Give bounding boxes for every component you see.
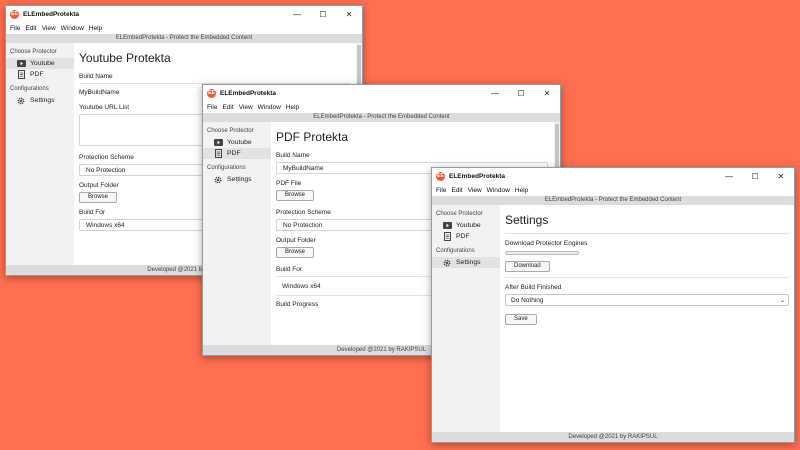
settings-window: EE ELEmbedProtekta — ☐ ✕ File Edit View … [431,167,795,443]
sidebar-item-label: Settings [30,97,55,104]
sidebar: Choose Protector Youtube PDF Configurati… [203,122,271,345]
menu-help[interactable]: Help [515,187,528,194]
page-title: Youtube Protekta [79,51,171,65]
app-logo-icon: EE [436,171,445,181]
configurations-heading: Configurations [436,248,475,254]
download-engines-label: Download Protector Engines [505,240,588,247]
app-logo-icon: EE [10,9,19,19]
sidebar-item-label: Settings [456,259,481,266]
menu-view[interactable]: View [42,25,56,32]
title-bar[interactable]: EE ELEmbedProtekta — ☐ ✕ [203,85,560,101]
maximize-icon[interactable]: ☐ [742,168,768,184]
gear-icon [16,96,26,105]
chevron-down-icon: ⌄ [779,298,785,304]
sidebar-item-pdf[interactable]: PDF [432,231,500,242]
video-icon [442,221,452,230]
browse-output-button[interactable]: Browse [276,247,315,258]
maximize-icon[interactable]: ☐ [310,6,336,22]
app-logo-icon: EE [207,88,216,98]
menu-view[interactable]: View [239,104,253,111]
sidebar-item-pdf[interactable]: PDF [203,148,271,159]
divider [505,233,789,234]
download-button[interactable]: Download [505,261,550,272]
video-icon [16,59,26,68]
gear-icon [213,175,223,184]
build-name-label: Build Name [276,152,310,159]
gear-icon [442,258,452,267]
menu-view[interactable]: View [468,187,482,194]
menu-edit[interactable]: Edit [25,25,36,32]
choose-protector-heading: Choose Protector [436,211,483,217]
build-name-label: Build Name [79,73,113,80]
sidebar-item-youtube[interactable]: Youtube [432,220,500,231]
sidebar: Choose Protector Youtube PDF Configurati… [432,205,500,432]
main-content: Settings Download Protector Engines Down… [500,205,794,432]
sidebar: Choose Protector Youtube PDF Configurati… [6,43,74,265]
menu-window[interactable]: Window [487,187,510,194]
video-icon [213,138,223,147]
footer: Developed @2021 by RAKIPSUL [432,432,794,442]
sidebar-item-label: Settings [227,176,252,183]
configurations-heading: Configurations [10,86,49,92]
app-subtitle: ELEmbedProtekta - Protect the Embedded C… [432,196,794,205]
page-title: Settings [505,213,549,227]
sidebar-item-label: Youtube [30,60,55,67]
app-subtitle: ELEmbedProtekta - Protect the Embedded C… [6,34,362,43]
menu-help[interactable]: Help [89,25,102,32]
close-icon[interactable]: ✕ [534,85,560,101]
download-progress-bar [505,251,579,255]
after-build-select[interactable]: Do Nothing ⌄ [505,294,789,306]
sidebar-item-settings[interactable]: Settings [6,95,74,106]
menu-window[interactable]: Window [61,25,84,32]
menu-edit[interactable]: Edit [222,104,233,111]
sidebar-item-label: PDF [456,233,470,240]
title-bar[interactable]: EE ELEmbedProtekta — ☐ ✕ [432,168,794,184]
menu-window[interactable]: Window [258,104,281,111]
minimize-icon[interactable]: — [716,168,742,184]
sidebar-item-youtube[interactable]: Youtube [6,58,74,69]
sidebar-item-label: Youtube [227,139,252,146]
choose-protector-heading: Choose Protector [10,49,57,55]
window-title: ELEmbedProtekta [23,10,79,18]
minimize-icon[interactable]: — [284,6,310,22]
document-icon [442,232,452,241]
close-icon[interactable]: ✕ [768,168,794,184]
menu-bar: File Edit View Window Help [6,22,362,34]
menu-file[interactable]: File [436,187,446,194]
sidebar-item-youtube[interactable]: Youtube [203,137,271,148]
menu-bar: File Edit View Window Help [432,184,794,196]
app-subtitle: ELEmbedProtekta - Protect the Embedded C… [203,113,560,122]
window-title: ELEmbedProtekta [220,89,276,97]
sidebar-item-label: PDF [30,71,44,78]
after-build-value: Do Nothing [511,296,544,304]
menu-file[interactable]: File [207,104,217,111]
menu-file[interactable]: File [10,25,20,32]
choose-protector-heading: Choose Protector [207,128,254,134]
maximize-icon[interactable]: ☐ [508,85,534,101]
page-title: PDF Protekta [276,130,349,144]
after-build-label: After Build Finished [505,284,562,291]
document-icon [213,149,223,158]
sidebar-item-settings[interactable]: Settings [203,174,271,185]
browse-pdf-button[interactable]: Browse [276,190,315,201]
menu-help[interactable]: Help [286,104,299,111]
document-icon [16,70,26,79]
sidebar-item-settings[interactable]: Settings [432,257,500,268]
menu-edit[interactable]: Edit [451,187,462,194]
sidebar-item-label: PDF [227,150,241,157]
divider [505,277,789,278]
minimize-icon[interactable]: — [482,85,508,101]
save-button[interactable]: Save [505,314,537,325]
configurations-heading: Configurations [207,165,246,171]
title-bar[interactable]: EE ELEmbedProtekta — ☐ ✕ [6,6,362,22]
menu-bar: File Edit View Window Help [203,101,560,113]
browse-button[interactable]: Browse [79,192,118,203]
close-icon[interactable]: ✕ [336,6,362,22]
sidebar-item-pdf[interactable]: PDF [6,69,74,80]
sidebar-item-label: Youtube [456,222,481,229]
window-title: ELEmbedProtekta [449,172,505,180]
